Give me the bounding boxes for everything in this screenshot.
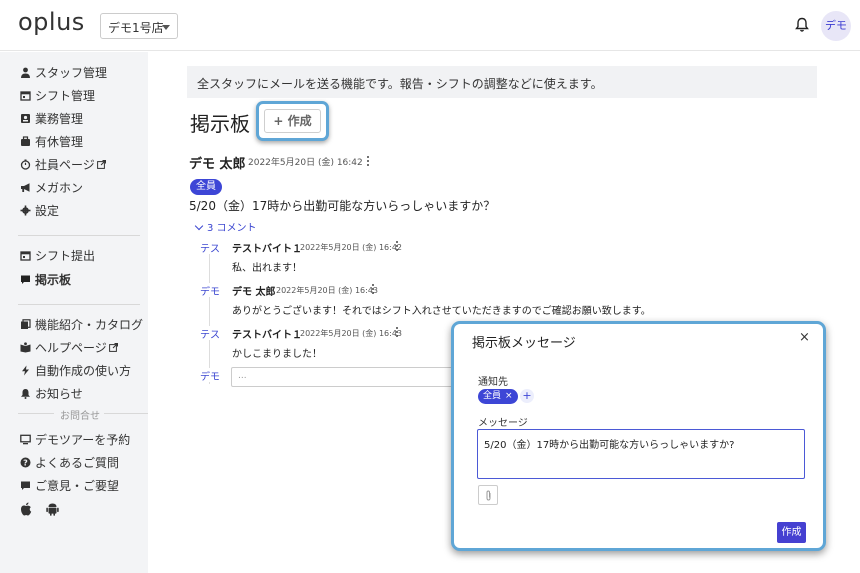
stopwatch-icon	[20, 159, 31, 170]
sidebar-section-contact: お問合せ	[60, 411, 100, 422]
sidebar	[0, 52, 148, 573]
comments-toggle[interactable]: 3 コメント	[194, 219, 257, 234]
sidebar-item-auto-create-guide[interactable]: 自動作成の使い方	[20, 363, 131, 379]
bell-icon	[21, 389, 30, 399]
recipients-label: 通知先	[478, 377, 508, 388]
megaphone-icon	[21, 183, 30, 192]
paperclip-icon	[486, 490, 491, 501]
sidebar-item-help[interactable]: ヘルプページ	[20, 340, 118, 356]
audience-badge: 全員	[190, 179, 222, 195]
sidebar-item-bulletin-board[interactable]: 掲示板	[20, 272, 71, 288]
sidebar-item-paid-leave[interactable]: 有休管理	[20, 134, 83, 150]
sidebar-item-demo-tour[interactable]: デモツアーを予約	[20, 432, 130, 448]
chip-remove-icon[interactable]: ×	[505, 391, 513, 401]
post-body: 5/20（金）17時から出勤可能な方いらっしゃいますか？	[189, 199, 496, 213]
comment-date: 2022年5月20日 (金) 16:43	[276, 286, 379, 295]
comment-menu-icon[interactable]	[395, 241, 399, 253]
create-button-highlight: + 作成	[256, 101, 329, 141]
comment-date: 2022年5月20日 (金) 16:43	[300, 329, 403, 338]
question-icon: ?	[20, 457, 31, 468]
comments-count: 3 コメント	[207, 223, 257, 234]
post-menu-icon[interactable]	[366, 156, 370, 168]
briefcase-icon	[21, 136, 30, 146]
sidebar-item-staff[interactable]: スタッフ管理	[20, 65, 107, 81]
user-avatar[interactable]: デモ	[821, 11, 851, 41]
comment-author: テストバイト１	[232, 330, 302, 341]
comment-body: かしこまりました！	[232, 349, 322, 360]
svg-text:?: ?	[23, 458, 28, 467]
id-card-icon	[21, 114, 30, 123]
top-header: oplus デモ1号店 デモ	[0, 0, 860, 51]
sidebar-item-shift-submit[interactable]: シフト提出	[20, 248, 95, 264]
sidebar-item-news[interactable]: お知らせ	[20, 386, 83, 402]
comment-avatar: テス	[199, 326, 221, 341]
post-author: デモ 太郎	[189, 157, 246, 172]
sidebar-item-tasks[interactable]: 業務管理	[20, 111, 83, 127]
chevron-down-icon	[162, 25, 170, 30]
recipient-chip: 全員 ×	[478, 389, 518, 404]
store-select[interactable]: デモ1号店	[100, 13, 178, 39]
comment-body: 私、出れます！	[232, 263, 302, 274]
message-textarea[interactable]: 5/20（金）17時から出勤可能な方いらっしゃいますか?	[477, 429, 805, 479]
close-icon[interactable]: ×	[799, 330, 810, 345]
sidebar-item-megaphone[interactable]: メガホン	[20, 180, 83, 196]
page-title: 掲示板	[190, 112, 250, 136]
bolt-icon	[22, 365, 29, 376]
store-select-value: デモ1号店	[108, 21, 164, 35]
catalog-icon	[21, 319, 31, 329]
chevron-down-icon	[194, 221, 204, 231]
external-link-icon	[108, 343, 118, 352]
reply-input[interactable]: ...	[231, 367, 461, 387]
sidebar-item-employee-page[interactable]: 社員ページ	[20, 157, 106, 173]
monitor-icon	[20, 434, 31, 445]
create-post-button[interactable]: + 作成	[264, 109, 321, 133]
apple-icon[interactable]	[20, 502, 32, 516]
chat-icon	[21, 275, 30, 284]
add-recipient-button[interactable]: +	[520, 389, 534, 403]
submit-button[interactable]: 作成	[777, 522, 806, 543]
comment-author: テストバイト１	[232, 244, 302, 255]
reply-avatar: デモ	[199, 368, 221, 383]
person-icon	[21, 67, 30, 78]
comment-icon	[21, 481, 30, 490]
sidebar-divider	[18, 304, 140, 305]
message-modal: 掲示板メッセージ × 通知先 全員 × + メッセージ 5/20（金）17時から出…	[451, 321, 826, 551]
comment-avatar: デモ	[199, 283, 221, 298]
sidebar-item-faq[interactable]: ? よくあるご質問	[20, 455, 119, 471]
book-icon	[20, 342, 31, 353]
recipient-chip-label: 全員	[483, 391, 502, 401]
message-label: メッセージ	[478, 418, 528, 429]
modal-title: 掲示板メッセージ	[472, 336, 576, 351]
android-icon[interactable]	[46, 502, 59, 516]
app-logo[interactable]: oplus	[18, 8, 85, 36]
calendar-icon	[20, 251, 31, 261]
sidebar-divider	[18, 235, 140, 236]
sidebar-item-settings[interactable]: 設定	[20, 203, 59, 219]
gear-icon	[20, 205, 31, 216]
calendar-icon	[20, 91, 31, 101]
comment-body: ありがとうございます！それではシフト入れさせていただきますのでご確認お願い致しま…	[232, 306, 651, 317]
external-link-icon	[96, 160, 106, 169]
comment-menu-icon[interactable]	[371, 284, 375, 296]
sidebar-item-catalog[interactable]: 機能紹介・カタログ	[20, 317, 143, 333]
app-window: oplus デモ1号店 デモ スタッフ管理 シフト管理 業務管理 有休管理 社員…	[0, 0, 860, 573]
post-date: 2022年5月20日 (金) 16:42	[248, 158, 363, 168]
thread-line	[209, 244, 210, 384]
attach-file-button[interactable]	[478, 485, 498, 505]
comment-date: 2022年5月20日 (金) 16:42	[300, 243, 403, 252]
comment-menu-icon[interactable]	[395, 327, 399, 339]
notification-bell-icon[interactable]	[795, 17, 809, 33]
comment-author: デモ 太郎	[232, 287, 276, 298]
sidebar-item-shift[interactable]: シフト管理	[20, 88, 95, 104]
sidebar-item-feedback[interactable]: ご意見・ご要望	[20, 478, 119, 494]
info-notice: 全スタッフにメールを送る機能です。報告・シフトの調整などに使えます。	[187, 66, 817, 98]
comment-avatar: テス	[199, 240, 221, 255]
